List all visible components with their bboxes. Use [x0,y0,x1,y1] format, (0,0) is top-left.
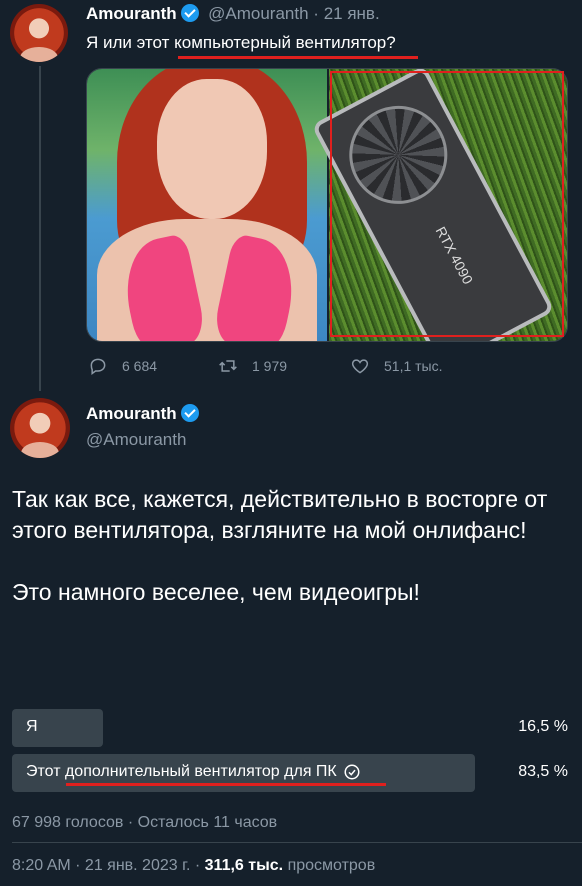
like-button[interactable]: 51,1 тыс. [350,356,443,376]
tweet-header: Amouranth @Amouranth · 21 янв. [86,4,380,24]
tweet-timestamp-row: 8:20 AM · 21 янв. 2023 г. · 311,6 тыс. п… [12,857,375,875]
heart-icon [351,359,369,374]
avatar[interactable] [10,4,68,62]
author-name[interactable]: Amouranth [86,4,177,23]
poll-option-label: Я [26,718,38,735]
tweet-date[interactable]: 21 янв. [324,4,380,23]
highlight-underline [178,56,418,59]
reply-button[interactable]: 6 684 [88,356,157,376]
author-name-row: Amouranth [86,404,200,424]
poll-option-label-wrap: Этот дополнительный вентилятор для ПК [26,763,361,781]
tweet-paragraph: Это намного веселее, чем видеоигры! [12,579,420,605]
poll-option-percent: 83,5 % [518,763,568,780]
verified-badge-icon [181,404,200,422]
tweet-text: Так как все, кажется, действительно в во… [12,484,572,639]
author-name[interactable]: Amouranth [86,404,177,423]
reply-icon [90,358,106,375]
tweet-timestamp[interactable]: 8:20 AM · 21 янв. 2023 г. · [12,857,200,874]
tweet-text: Я или этот компьютерный вентилятор? [86,33,396,52]
reply-count: 6 684 [122,358,158,374]
retweet-count: 1 979 [252,358,288,374]
poll-option: Я 16,5 % [12,709,568,747]
author-handle[interactable]: @Amouranth [208,4,308,23]
like-count: 51,1 тыс. [384,358,443,374]
retweet-button[interactable]: 1 979 [218,356,287,376]
poll-meta: 67 998 голосов · Осталось 11 часов [12,814,278,831]
media-photo-person[interactable] [87,69,327,341]
poll-option-label: Этот дополнительный вентилятор для ПК [26,763,337,780]
verified-badge-icon [181,4,200,22]
author-handle[interactable]: @Amouranth [86,430,186,450]
highlight-box [330,71,564,337]
highlight-underline [66,783,386,786]
tweet-paragraph: Так как все, кажется, действительно в во… [12,486,548,543]
retweet-icon [219,360,237,372]
views-label: просмотров [287,857,376,874]
avatar[interactable] [10,398,70,458]
thread-connector [39,66,41,391]
poll-option: Этот дополнительный вентилятор для ПК 83… [12,754,568,792]
views-count: 311,6 тыс. [204,857,284,874]
poll-option-percent: 16,5 % [518,718,568,735]
separator: · [313,4,319,23]
check-circle-icon [344,764,360,780]
divider [12,842,582,843]
